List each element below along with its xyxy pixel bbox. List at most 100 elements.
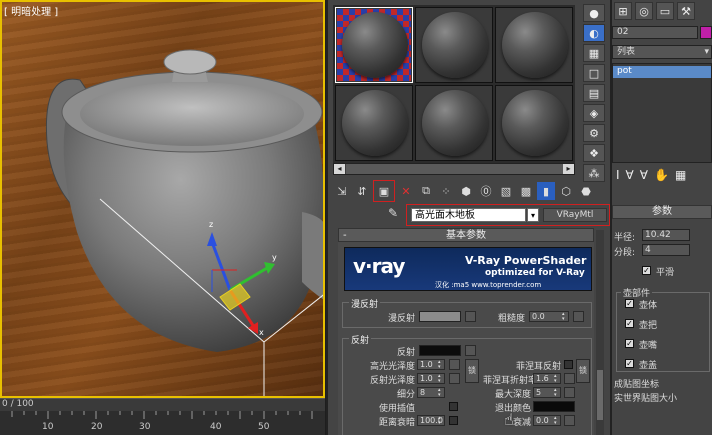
reset-map-icon[interactable]: ✕ bbox=[397, 182, 415, 200]
assign-to-selection-icon[interactable]: ▣ bbox=[373, 180, 395, 202]
roughness-spinner[interactable]: 0.0 bbox=[529, 311, 569, 322]
sample-slot-5[interactable] bbox=[415, 85, 493, 161]
material-id-icon[interactable]: ⓪ bbox=[477, 182, 495, 200]
sample-slot-6[interactable] bbox=[495, 85, 573, 161]
viewport-label[interactable]: [ 明暗处理 ] bbox=[4, 3, 58, 18]
teapot-object[interactable]: z y x bbox=[2, 2, 325, 398]
scroll-left-icon[interactable]: ◂ bbox=[334, 164, 345, 174]
subdivs-spinner[interactable]: 8 bbox=[417, 387, 445, 398]
rollout-header[interactable]: - 基本参数 bbox=[338, 228, 594, 242]
use-interp-checkbox[interactable] bbox=[449, 402, 458, 411]
fresnel-ior-map-button[interactable] bbox=[564, 373, 575, 384]
sample-slot-4[interactable] bbox=[335, 85, 413, 161]
sample-slot-3[interactable] bbox=[495, 7, 573, 83]
show-end-result-icon[interactable]: ▩ bbox=[517, 182, 535, 200]
time-slider[interactable]: 0 / 100 10 20 30 40 50 bbox=[0, 398, 325, 435]
go-forward-sibling-icon[interactable]: ⬣ bbox=[577, 182, 595, 200]
max-depth-label: 最大深度 bbox=[494, 390, 531, 400]
scroll-right-icon[interactable]: ▸ bbox=[563, 164, 574, 174]
material-navigator-icon[interactable]: ⁂ bbox=[583, 164, 605, 182]
show-map-icon[interactable]: ▧ bbox=[497, 182, 515, 200]
sample-type-sphere-icon[interactable]: ● bbox=[583, 4, 605, 22]
go-to-parent-icon[interactable]: ⬡ bbox=[557, 182, 575, 200]
display-tab-icon[interactable]: ▭ bbox=[656, 2, 674, 20]
hilight-gloss-map-button[interactable] bbox=[449, 359, 460, 370]
roughness-map-button[interactable] bbox=[573, 311, 584, 322]
scroll-thumb[interactable] bbox=[597, 370, 603, 420]
lock-button-2[interactable]: 锁 bbox=[576, 359, 590, 383]
show-in-viewport-icon[interactable]: ▮ bbox=[537, 182, 555, 200]
remove-modifier-icon[interactable]: ✋ bbox=[654, 168, 669, 188]
rollout-scrollbar[interactable] bbox=[596, 230, 604, 435]
diffuse-color-swatch[interactable] bbox=[419, 311, 461, 322]
stack-item-teapot[interactable]: pot bbox=[613, 66, 711, 78]
segments-spinner[interactable]: 4 bbox=[642, 244, 690, 256]
modifier-list-dropdown[interactable]: 列表 bbox=[612, 45, 712, 59]
put-to-library-icon[interactable]: ⬢ bbox=[457, 182, 475, 200]
options-icon[interactable]: ⚙ bbox=[583, 124, 605, 142]
hilight-gloss-spinner[interactable]: 1.0 bbox=[417, 359, 445, 370]
dim-falloff-spinner[interactable]: 0.0 bbox=[533, 415, 561, 426]
body-checkbox[interactable]: ✓ bbox=[625, 299, 634, 308]
pin-stack-icon[interactable]: Ι bbox=[616, 168, 620, 188]
lock-button[interactable]: 锁 bbox=[465, 359, 479, 383]
background-checker-icon[interactable]: ▦ bbox=[583, 44, 605, 62]
put-to-scene-icon[interactable]: ⇵ bbox=[353, 182, 371, 200]
dim-falloff-map-button[interactable] bbox=[564, 415, 575, 426]
make-unique-icon[interactable]: ∀ bbox=[640, 168, 648, 188]
utilities-tab-icon[interactable]: ⚒ bbox=[677, 2, 695, 20]
radius-spinner[interactable]: 10.42 bbox=[642, 229, 690, 241]
sample-sphere bbox=[502, 12, 568, 78]
refl-gloss-map-button[interactable] bbox=[449, 373, 460, 384]
spout-checkbox[interactable]: ✓ bbox=[625, 339, 634, 348]
get-material-icon[interactable]: ⇲ bbox=[333, 182, 351, 200]
copy-material-icon[interactable]: ⧉ bbox=[417, 182, 435, 200]
perspective-viewport[interactable]: [ 明暗处理 ] z y x bbox=[0, 0, 325, 398]
group-title: 漫反射 bbox=[349, 297, 381, 310]
vray-logo: v·ray bbox=[353, 254, 405, 278]
stack-toolbar: Ι ∀ ∀ ✋ ▦ bbox=[612, 168, 712, 188]
slots-horizontal-scrollbar[interactable]: ◂ ▸ bbox=[333, 163, 575, 175]
object-name-field[interactable]: 02 bbox=[612, 26, 698, 39]
configure-sets-icon[interactable]: ▦ bbox=[675, 168, 686, 188]
make-unique-icon[interactable]: ⁘ bbox=[437, 182, 455, 200]
dim-distance-checkbox[interactable] bbox=[449, 416, 458, 425]
max-depth-spinner[interactable]: 5 bbox=[533, 387, 561, 398]
parameters-rollout-header[interactable]: 参数 bbox=[612, 205, 712, 219]
collapse-icon[interactable]: - bbox=[343, 229, 347, 242]
fresnel-checkbox[interactable] bbox=[564, 360, 573, 369]
exit-color-swatch[interactable] bbox=[533, 401, 575, 412]
show-end-result-icon[interactable]: ∀ bbox=[626, 168, 634, 188]
reflect-map-button[interactable] bbox=[465, 345, 476, 356]
material-name-field[interactable]: 高光面木地板 bbox=[411, 208, 526, 222]
refl-gloss-spinner[interactable]: 1.0 bbox=[417, 373, 445, 384]
hand-cursor-icon: ☝ bbox=[504, 410, 514, 429]
max-depth-map-button[interactable] bbox=[564, 387, 575, 398]
smooth-checkbox[interactable]: ✓ bbox=[642, 266, 651, 275]
select-by-material-icon[interactable]: ❖ bbox=[583, 144, 605, 162]
track-bar[interactable]: 10 20 30 40 50 bbox=[0, 411, 325, 435]
object-color-swatch[interactable] bbox=[700, 26, 712, 39]
material-type-button[interactable]: VRayMtl bbox=[543, 208, 607, 222]
dim-distance-spinner[interactable]: 100.0 bbox=[417, 415, 445, 426]
chevron-down-icon[interactable]: ▾ bbox=[527, 208, 539, 222]
hierarchy-tab-icon[interactable]: ⊞ bbox=[614, 2, 632, 20]
lid-checkbox[interactable]: ✓ bbox=[625, 359, 634, 368]
sample-uv-icon[interactable]: □ bbox=[583, 64, 605, 82]
backlight-icon[interactable]: ◐ bbox=[583, 24, 605, 42]
make-preview-icon[interactable]: ◈ bbox=[583, 104, 605, 122]
scroll-thumb[interactable] bbox=[346, 164, 564, 174]
eyedropper-icon[interactable]: ✎ bbox=[388, 206, 398, 220]
fresnel-ior-spinner[interactable]: 1.6 bbox=[533, 373, 561, 384]
video-color-check-icon[interactable]: ▤ bbox=[583, 84, 605, 102]
generate-uv-label[interactable]: 成贴图坐标 bbox=[614, 377, 659, 390]
real-world-map-label[interactable]: 实世界贴图大小 bbox=[614, 391, 677, 404]
sample-slot-1[interactable] bbox=[335, 7, 413, 83]
fresnel-label: 菲涅耳反射 bbox=[515, 362, 561, 372]
motion-tab-icon[interactable]: ◎ bbox=[635, 2, 653, 20]
sample-slot-2[interactable] bbox=[415, 7, 493, 83]
reflect-color-swatch[interactable] bbox=[419, 345, 461, 356]
sample-sphere bbox=[502, 90, 568, 156]
handle-checkbox[interactable]: ✓ bbox=[625, 319, 634, 328]
diffuse-map-button[interactable] bbox=[465, 311, 476, 322]
